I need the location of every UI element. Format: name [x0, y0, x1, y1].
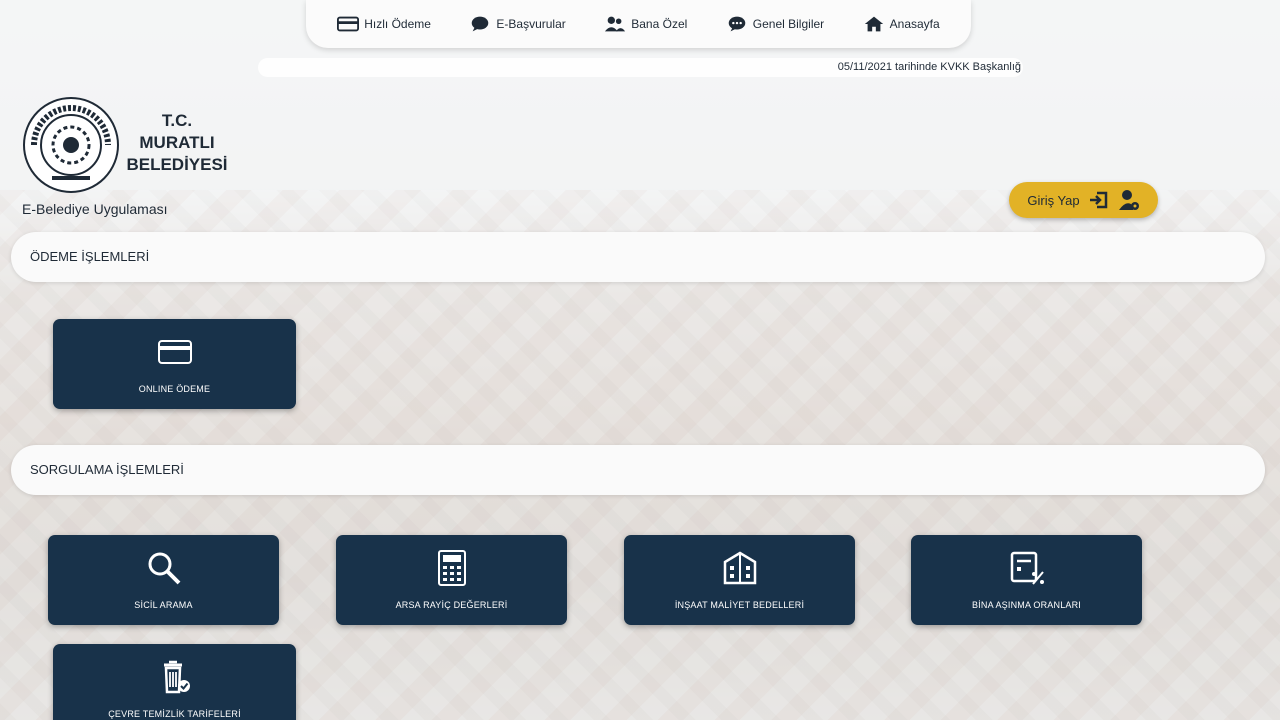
title-line: MURATLI [139, 133, 215, 152]
tile-label: ONLINE ÖDEME [138, 384, 211, 394]
section-title: SORGULAMA İŞLEMLERİ [30, 462, 184, 477]
tile-cleaning-tariffs[interactable]: ÇEVRE TEMİZLİK TARİFELERİ [53, 644, 296, 720]
nav-home[interactable]: Anasayfa [863, 15, 940, 33]
tile-online-payment[interactable]: ONLINE ÖDEME [53, 319, 296, 409]
calculator-icon [437, 550, 466, 586]
tile-depreciation-rates[interactable]: BİNA AŞINMA ORANLARI [911, 535, 1142, 625]
tile-land-values[interactable]: ARSA RAYİÇ DEĞERLERİ [336, 535, 567, 625]
tile-construction-costs[interactable]: İNŞAAT MALİYET BEDELLERİ [624, 535, 855, 625]
nav-quick-payment[interactable]: Hızlı Ödeme [337, 15, 431, 33]
nav-personal[interactable]: Bana Özel [604, 15, 687, 33]
chat-bubble-icon [472, 16, 489, 32]
tile-registry-search[interactable]: SİCİL ARAMA [48, 535, 279, 625]
title-line: T.C. [161, 111, 193, 130]
building-icon [723, 551, 756, 585]
announcement-ticker[interactable]: 05/11/2021 tarihinde KVKK Başkanlığ [258, 58, 1023, 77]
tile-label: SİCİL ARAMA [134, 600, 193, 610]
app-title: E-Belediye Uygulaması [22, 201, 168, 217]
tile-label: İNŞAAT MALİYET BEDELLERİ [674, 600, 805, 610]
credit-card-icon [337, 16, 360, 32]
nav-label: E-Başvurular [496, 17, 566, 31]
municipality-logo [22, 96, 120, 194]
login-label: Giriş Yap [1027, 192, 1080, 208]
section-query-header: SORGULAMA İŞLEMLERİ [11, 445, 1265, 495]
nav-general-info[interactable]: Genel Bilgiler [726, 15, 824, 33]
tile-label: ARSA RAYİÇ DEĞERLERİ [395, 600, 508, 610]
login-button[interactable]: Giriş Yap [1009, 182, 1158, 218]
search-icon [148, 552, 180, 585]
tile-label: ÇEVRE TEMİZLİK TARİFELERİ [108, 709, 241, 719]
nav-e-applications[interactable]: E-Başvurular [469, 15, 566, 33]
percent-document-icon [1010, 551, 1044, 585]
users-icon [605, 16, 626, 32]
ticker-text: 05/11/2021 tarihinde KVKK Başkanlığ [837, 61, 1021, 73]
tile-label: BİNA AŞINMA ORANLARI [971, 600, 1082, 610]
section-payment-header: ÖDEME İŞLEMLERİ [11, 232, 1265, 282]
municipality-name: T.C. MURATLI BELEDİYESİ [122, 110, 232, 176]
sign-in-icon [1089, 191, 1107, 209]
nav-label: Hızlı Ödeme [364, 17, 431, 31]
nav-label: Bana Özel [631, 17, 688, 31]
nav-label: Anasayfa [889, 17, 940, 31]
user-settings-icon [1118, 190, 1139, 210]
title-line: BELEDİYESİ [126, 155, 228, 174]
top-navigation: Hızlı Ödeme E-Başvurular Bana Özel Genel… [306, 0, 971, 48]
card-icon [157, 340, 192, 364]
nav-label: Genel Bilgiler [752, 17, 825, 31]
comment-icon [728, 16, 746, 32]
section-title: ÖDEME İŞLEMLERİ [30, 249, 150, 264]
home-icon [864, 16, 883, 32]
trash-icon [163, 660, 190, 694]
